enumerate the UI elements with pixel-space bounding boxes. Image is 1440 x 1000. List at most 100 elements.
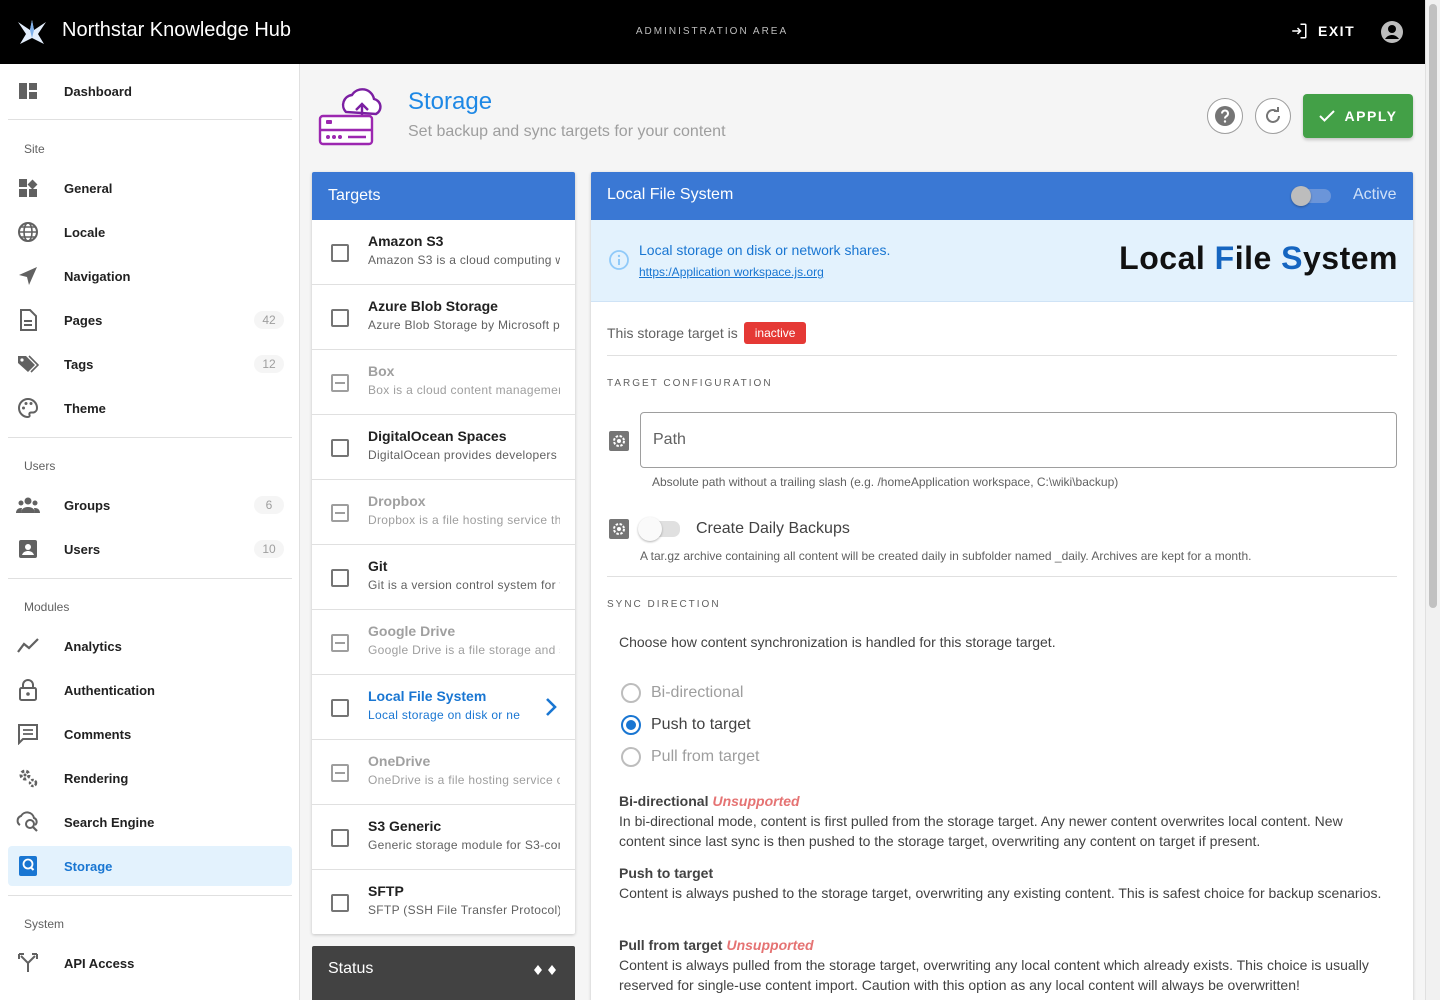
area-label: ADMINISTRATION AREA xyxy=(635,26,789,37)
path-hint: Absolute path without a trailing slash (… xyxy=(652,475,1119,489)
path-input[interactable]: Path xyxy=(640,412,1397,468)
section-title-sync: SYNC DIRECTION xyxy=(607,599,721,610)
sidebar-item-search-engine[interactable]: Search Engine xyxy=(8,802,292,842)
radio-label-push-to-target[interactable]: Push to target xyxy=(651,716,751,734)
target-row[interactable]: Google Drive Google Drive is a file stora… xyxy=(312,610,575,675)
sidebar-item-label: Storage xyxy=(64,858,113,874)
unsupported-tag: Unsupported xyxy=(712,793,800,809)
chevron-right-icon xyxy=(546,698,557,716)
status-badge: inactive xyxy=(743,322,807,344)
target-checkbox[interactable] xyxy=(331,374,349,392)
rendering-icon xyxy=(16,766,40,790)
tags-icon xyxy=(16,352,40,376)
sidebar-item-pages[interactable]: Pages 42 xyxy=(8,300,292,340)
target-row[interactable]: Amazon S3 Amazon S3 is a cloud computing … xyxy=(312,220,575,285)
target-name: Git xyxy=(368,558,388,574)
page-title: Storage xyxy=(408,88,493,115)
config-header: Local File System Active xyxy=(591,172,1413,220)
radio-push-to-target[interactable] xyxy=(621,715,641,735)
sidebar-item-label: Users xyxy=(64,541,101,557)
target-description: Generic storage module for S3-compatible… xyxy=(368,838,560,852)
target-checkbox[interactable] xyxy=(331,309,349,327)
target-checkbox[interactable] xyxy=(331,764,349,782)
sidebar-item-general[interactable]: General xyxy=(8,168,292,208)
help-button[interactable] xyxy=(1207,98,1243,134)
exit-icon xyxy=(1292,23,1307,39)
daily-backups-toggle[interactable] xyxy=(638,517,680,541)
sidebar-item-theme[interactable]: Theme xyxy=(8,388,292,428)
logo-part: ile xyxy=(1234,240,1282,276)
desc-title: Bi-directional xyxy=(619,793,709,809)
radio-bi-directional[interactable] xyxy=(621,683,641,703)
logo-part: S xyxy=(1281,240,1303,276)
target-row[interactable]: S3 Generic Generic storage module for S3-… xyxy=(312,805,575,870)
target-row[interactable]: Box Box is a cloud content management ser… xyxy=(312,350,575,415)
radio-label-pull-from-target[interactable]: Pull from target xyxy=(651,748,759,766)
sidebar-item-rendering[interactable]: Rendering xyxy=(8,758,292,798)
target-checkbox[interactable] xyxy=(331,504,349,522)
target-status-line: This storage target is inactive xyxy=(607,322,807,344)
pages-icon xyxy=(16,308,40,332)
target-name: Local File System xyxy=(368,688,487,704)
sidebar-item-navigation[interactable]: Navigation xyxy=(8,256,292,296)
target-checkbox[interactable] xyxy=(331,699,349,717)
sidebar-item-label: Rendering xyxy=(64,770,129,786)
status-card[interactable]: Status xyxy=(312,946,575,1000)
analytics-icon xyxy=(16,634,40,658)
globe-icon xyxy=(16,220,40,244)
target-row[interactable]: Git Git is a version control system for t… xyxy=(312,545,575,610)
sidebar-item-api-access[interactable]: API Access xyxy=(8,943,292,983)
target-row[interactable]: DigitalOcean Spaces DigitalOcean provides… xyxy=(312,415,575,480)
sidebar-item-groups[interactable]: Groups 6 xyxy=(8,485,292,525)
target-row[interactable]: Local File System Local storage on disk o… xyxy=(312,675,575,740)
target-checkbox[interactable] xyxy=(331,569,349,587)
target-checkbox[interactable] xyxy=(331,894,349,912)
sidebar-item-label: Pages xyxy=(64,312,103,328)
sync-intro: Choose how content synchronization is ha… xyxy=(619,634,1056,650)
status-prefix: This storage target is xyxy=(607,325,738,341)
section-header-site: Site xyxy=(24,142,45,156)
sidebar-item-label: Comments xyxy=(64,726,132,742)
divider xyxy=(607,355,1397,356)
sidebar-item-authentication[interactable]: Authentication xyxy=(8,670,292,710)
section-header-modules: Modules xyxy=(24,600,70,614)
sidebar-item-comments[interactable]: Comments xyxy=(8,714,292,754)
target-name: Dropbox xyxy=(368,493,426,509)
sidebar-item-label: Tags xyxy=(64,356,94,372)
section-header-users: Users xyxy=(24,459,56,473)
refresh-button[interactable] xyxy=(1255,98,1291,134)
sidebar-item-users[interactable]: Users 10 xyxy=(8,529,292,569)
daily-backups-label: Create Daily Backups xyxy=(696,520,850,537)
target-checkbox[interactable] xyxy=(331,244,349,262)
sidebar-item-dashboard[interactable]: Dashboard xyxy=(8,71,292,111)
account-icon[interactable] xyxy=(1380,20,1404,44)
active-toggle[interactable] xyxy=(1291,184,1331,208)
app-logo-icon[interactable] xyxy=(16,16,48,48)
radio-label-bi-directional[interactable]: Bi-directional xyxy=(651,684,743,702)
target-row[interactable]: Azure Blob Storage Azure Blob Storage by … xyxy=(312,285,575,350)
target-row[interactable]: SFTP SFTP (SSH File Transfer Protocol) xyxy=(312,870,575,934)
expand-icon[interactable] xyxy=(533,962,557,978)
sidebar-item-analytics[interactable]: Analytics xyxy=(8,626,292,666)
exit-button[interactable]: EXIT xyxy=(1290,22,1355,40)
info-link[interactable]: https:/Application workspace.js.org xyxy=(639,265,824,279)
daily-backups-hint: A tar.gz archive containing all content … xyxy=(640,549,1252,563)
target-row[interactable]: OneDrive OneDrive is a file hosting servi… xyxy=(312,740,575,805)
page-scrollbar-thumb[interactable] xyxy=(1429,4,1437,608)
sidebar-item-storage[interactable]: Storage xyxy=(8,846,292,886)
target-checkbox[interactable] xyxy=(331,829,349,847)
settings-box-icon xyxy=(609,431,629,451)
sidebar-item-label: Groups xyxy=(64,497,111,513)
sidebar-item-locale[interactable]: Locale xyxy=(8,212,292,252)
search-engine-icon xyxy=(16,810,40,834)
users-count-badge: 10 xyxy=(254,540,284,558)
sidebar-item-tags[interactable]: Tags 12 xyxy=(8,344,292,384)
sidebar-item-label: Dashboard xyxy=(64,83,132,99)
apply-button[interactable]: APPLY xyxy=(1303,94,1413,138)
target-checkbox[interactable] xyxy=(331,634,349,652)
help-icon xyxy=(1215,106,1235,126)
target-row[interactable]: Dropbox Dropbox is a file hosting service… xyxy=(312,480,575,545)
target-checkbox[interactable] xyxy=(331,439,349,457)
groups-icon xyxy=(16,493,40,517)
radio-pull-from-target[interactable] xyxy=(621,747,641,767)
